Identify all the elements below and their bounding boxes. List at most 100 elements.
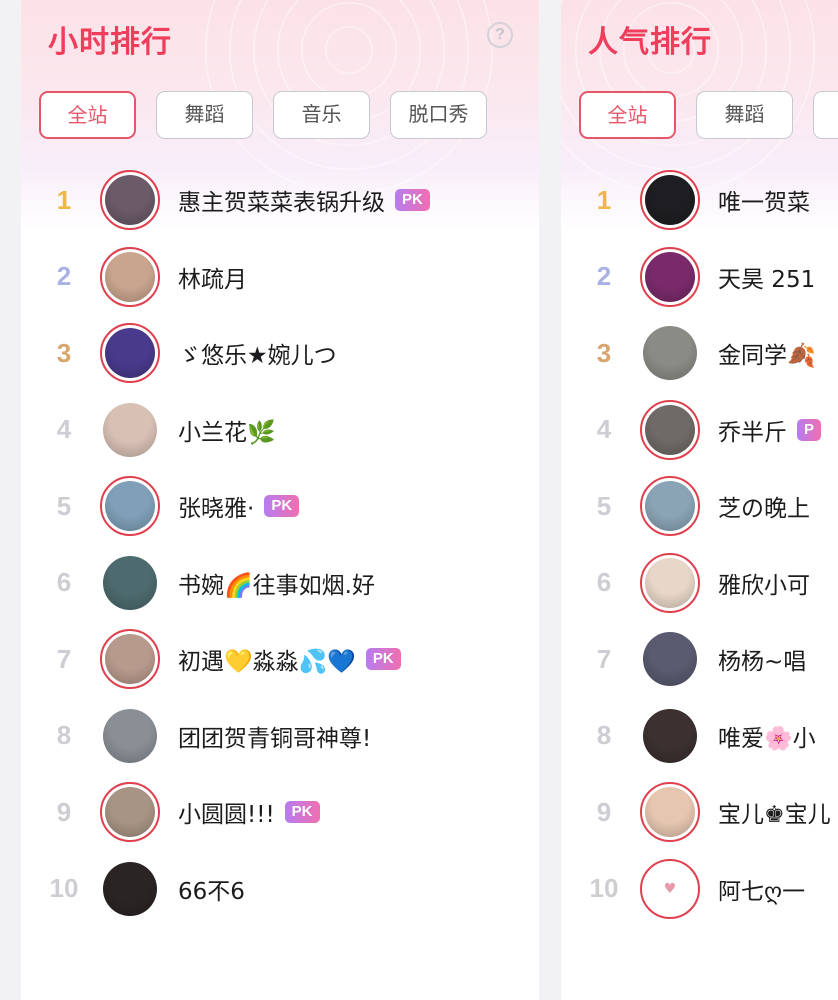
avatar[interactable] — [100, 629, 160, 690]
ranking-row[interactable]: 8 团团贺青铜哥神尊! — [21, 698, 539, 775]
avatar[interactable]: ♥ — [640, 858, 700, 919]
ranking-row[interactable]: 1 唯一贺菜 — [561, 162, 838, 239]
ranking-row[interactable]: 6 雅欣小可 — [561, 545, 838, 622]
avatar[interactable] — [640, 706, 700, 766]
ranking-row[interactable]: 2 天昊 251 — [561, 239, 838, 316]
pk-badge: PK — [284, 801, 320, 824]
ranking-row[interactable]: 7 初遇💛淼淼💦💙 PK — [21, 621, 539, 698]
rank-number: 1 — [596, 184, 612, 215]
card-title: 小时排行 — [48, 25, 172, 60]
streamer-name: 团团贺青铜哥神尊! — [178, 719, 371, 753]
avatar-image: ♥ — [645, 863, 695, 914]
ranking-row[interactable]: 2 林疏月 — [21, 239, 539, 316]
avatar[interactable] — [640, 476, 700, 537]
card-title: 人气排行 — [588, 25, 712, 60]
streamer-name-text: 金同学🍂 — [718, 343, 816, 370]
avatar[interactable] — [640, 552, 700, 613]
ranking-row[interactable]: 4 小兰花🌿 — [21, 392, 539, 469]
ranking-row[interactable]: 3 ゞ悠乐★婉儿つ — [21, 315, 539, 392]
streamer-name: 66不6 — [178, 872, 245, 906]
avatar-image — [645, 251, 695, 302]
streamer-name: 金同学🍂 — [718, 336, 816, 370]
avatar-image — [103, 708, 157, 763]
streamer-name: ゞ悠乐★婉儿つ — [178, 336, 337, 370]
streamer-name: 书婉🌈往事如烟.好 — [178, 566, 375, 600]
avatar[interactable] — [640, 323, 700, 383]
streamer-name-text: 林疏月 — [178, 266, 247, 293]
rank-number: 7 — [596, 643, 612, 674]
streamer-name-text: ゞ悠乐★婉儿つ — [178, 343, 337, 370]
avatar[interactable] — [100, 246, 160, 307]
ranking-row[interactable]: 5 张晓雅· PK — [21, 468, 539, 545]
avatar[interactable] — [640, 170, 700, 231]
ranking-row[interactable]: 8 唯爱🌸小 — [561, 698, 838, 775]
ranking-row[interactable]: 6 书婉🌈往事如烟.好 — [21, 545, 539, 622]
category-tabs: 全站 舞蹈 — [579, 91, 838, 139]
rank-number: 10 — [49, 873, 79, 904]
ranking-row[interactable]: 7 杨杨~唱 — [561, 621, 838, 698]
ranking-list: 1 唯一贺菜 2 天昊 251 3 金同学🍂 4 乔半斤 P 5 芝の晚上 6 雅欣小可 7 杨杨~唱 8 唯爱… — [561, 162, 838, 927]
avatar[interactable] — [100, 553, 160, 613]
avatar[interactable] — [640, 629, 700, 689]
ranking-row[interactable]: 3 金同学🍂 — [561, 315, 838, 392]
ranking-row[interactable]: 10 66不6 — [21, 851, 539, 928]
streamer-name-text: 书婉🌈往事如烟.好 — [178, 572, 375, 599]
avatar[interactable] — [640, 399, 700, 460]
ranking-row[interactable]: 10 ♥ 阿七ღ一 — [561, 851, 838, 928]
streamer-name-text: 芝の晚上 — [718, 496, 810, 523]
streamer-name: 阿七ღ一 — [718, 872, 805, 906]
rank-number: 3 — [596, 337, 612, 368]
avatar-image — [643, 632, 697, 687]
avatar[interactable] — [100, 476, 160, 537]
ranking-row[interactable]: 9 宝儿♚宝儿 — [561, 774, 838, 851]
avatar-image — [645, 404, 695, 455]
ranking-row[interactable]: 5 芝の晚上 — [561, 468, 838, 545]
rank-number: 4 — [596, 414, 612, 445]
rank-number: 5 — [596, 490, 612, 521]
streamer-name-text: 阿七ღ一 — [718, 878, 806, 905]
rank-number: 7 — [56, 643, 72, 674]
streamer-name-text: 宝儿♚宝儿 — [718, 802, 831, 829]
streamer-name: 小兰花🌿 — [178, 413, 276, 447]
avatar[interactable] — [100, 170, 160, 231]
pk-badge: PK — [365, 648, 401, 671]
streamer-name-text: 杨杨~唱 — [718, 649, 807, 676]
tab-partial[interactable] — [813, 91, 838, 139]
rank-number: 3 — [56, 337, 72, 368]
streamer-name-text: 小兰花🌿 — [178, 419, 276, 446]
avatar[interactable] — [100, 859, 160, 919]
pk-badge: P — [797, 418, 822, 441]
ranking-row[interactable]: 9 小圆圆!!! PK — [21, 774, 539, 851]
avatar-image — [103, 861, 157, 916]
help-icon[interactable]: ? — [487, 22, 513, 48]
rank-number: 6 — [56, 567, 72, 598]
avatar[interactable] — [100, 323, 160, 384]
avatar-image — [645, 557, 695, 608]
rank-number: 5 — [56, 490, 72, 521]
streamer-name: 芝の晚上 — [718, 489, 810, 523]
streamer-name: 唯爱🌸小 — [718, 719, 816, 753]
streamer-name: 惠主贺菜菜表锅升级 PK — [178, 183, 430, 217]
avatar[interactable] — [100, 400, 160, 460]
rank-number: 8 — [56, 720, 72, 751]
avatar[interactable] — [640, 782, 700, 843]
streamer-name-text: 乔半斤 — [718, 419, 787, 446]
tab-all-site[interactable]: 全站 — [579, 91, 676, 139]
tab-all-site[interactable]: 全站 — [39, 91, 136, 139]
streamer-name: 林疏月 — [178, 260, 247, 294]
avatar[interactable] — [640, 246, 700, 307]
tab-talk-show[interactable]: 脱口秀 — [390, 91, 487, 139]
streamer-name-text: 天昊 251 — [718, 266, 816, 293]
ranking-row[interactable]: 1 惠主贺菜菜表锅升级 PK — [21, 162, 539, 239]
tab-music[interactable]: 音乐 — [273, 91, 370, 139]
tab-dance[interactable]: 舞蹈 — [156, 91, 253, 139]
tab-dance[interactable]: 舞蹈 — [696, 91, 793, 139]
rank-number: 1 — [56, 184, 72, 215]
avatar-image — [645, 787, 695, 838]
ranking-row[interactable]: 4 乔半斤 P — [561, 392, 838, 469]
streamer-name: 乔半斤 P — [718, 413, 822, 447]
avatar[interactable] — [100, 782, 160, 843]
avatar[interactable] — [100, 706, 160, 766]
streamer-name-text: 唯爱🌸小 — [718, 725, 816, 752]
streamer-name: 小圆圆!!! PK — [178, 795, 320, 829]
